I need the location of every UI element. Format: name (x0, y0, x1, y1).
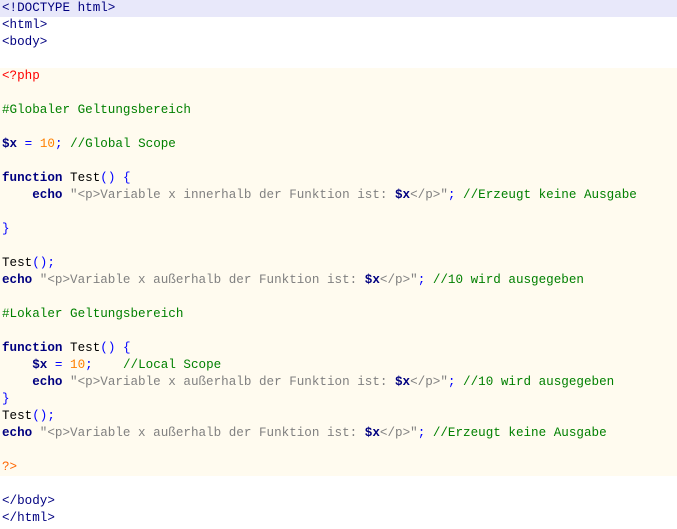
code-token-ident: Test (62, 341, 101, 355)
code-token-paren: (); (32, 256, 55, 270)
code-token-kw: echo (2, 426, 33, 440)
code-token-ident: Test (2, 256, 33, 270)
code-token-var: $x (2, 137, 18, 151)
code-line[interactable]: function Test() { (0, 170, 677, 187)
code-token-kw: echo (2, 375, 63, 389)
code-token-ident: Test (2, 409, 33, 423)
code-line[interactable] (0, 153, 677, 170)
code-token-comment: //Local Scope (122, 358, 222, 372)
code-line[interactable] (0, 204, 677, 221)
code-token-tag: <html> (2, 18, 48, 32)
code-line[interactable] (0, 442, 677, 459)
code-line[interactable]: $x = 10; //Global Scope (0, 136, 677, 153)
code-line[interactable] (0, 289, 677, 306)
code-line[interactable] (0, 323, 677, 340)
code-line[interactable]: </body> (0, 493, 677, 510)
code-token-var: $x (2, 358, 48, 372)
code-line[interactable]: function Test() { (0, 340, 677, 357)
code-token-str: "<p>Variable x außerhalb der Funktion is… (32, 426, 365, 440)
code-token-phpend: ?> (2, 460, 18, 474)
code-token-num: 10 (39, 137, 55, 151)
code-token-paren: () { (100, 341, 131, 355)
code-token-comment: //10 wird ausgegeben (432, 273, 584, 287)
code-token-op: ; (447, 188, 464, 202)
code-token-str: "<p>Variable x innerhalb der Funktion is… (62, 188, 395, 202)
code-line[interactable]: echo "<p>Variable x innerhalb der Funkti… (0, 187, 677, 204)
code-token-op: = (47, 358, 71, 372)
code-line[interactable]: ?> (0, 459, 677, 476)
code-token-comment: //Erzeugt keine Ausgabe (432, 426, 607, 440)
code-token-str: </p>" (379, 273, 418, 287)
code-token-paren: } (2, 392, 10, 406)
code-token-paren: (); (32, 409, 55, 423)
code-token-comment: #Globaler Geltungsbereich (2, 103, 191, 117)
code-line[interactable]: <body> (0, 34, 677, 51)
code-token-op: = (17, 137, 40, 151)
code-token-str: "<p>Variable x außerhalb der Funktion is… (62, 375, 395, 389)
code-token-comment: //Erzeugt keine Ausgabe (463, 188, 637, 202)
code-token-strvar: $x (364, 426, 380, 440)
code-line[interactable] (0, 119, 677, 136)
code-token-phptag: <?php (2, 69, 40, 83)
code-token-kw: function (2, 341, 63, 355)
code-token-str: </p>" (410, 375, 448, 389)
code-token-kw: function (2, 171, 63, 185)
code-token-comment: //Global Scope (70, 137, 176, 151)
code-token-str: </p>" (410, 188, 448, 202)
code-line[interactable]: <?php (0, 68, 677, 85)
code-token-ident: Test (62, 171, 101, 185)
code-line[interactable]: } (0, 391, 677, 408)
code-line[interactable] (0, 85, 677, 102)
code-line[interactable]: echo "<p>Variable x außerhalb der Funkti… (0, 374, 677, 391)
code-token-kw: echo (2, 188, 63, 202)
code-token-str: </p>" (379, 426, 418, 440)
code-token-op: ; (417, 273, 433, 287)
code-token-comment: //10 wird ausgegeben (463, 375, 615, 389)
code-line[interactable]: Test(); (0, 408, 677, 425)
code-token-tag: <body> (2, 35, 48, 49)
code-line[interactable]: } (0, 221, 677, 238)
code-line[interactable]: echo "<p>Variable x außerhalb der Funkti… (0, 425, 677, 442)
code-token-num: 10 (70, 358, 86, 372)
code-line[interactable]: $x = 10; //Local Scope (0, 357, 677, 374)
code-token-strvar: $x (364, 273, 380, 287)
code-token-paren: () { (100, 171, 131, 185)
code-line[interactable]: <html> (0, 17, 677, 34)
code-token-strvar: $x (395, 375, 411, 389)
code-line[interactable]: Test(); (0, 255, 677, 272)
code-line[interactable]: #Lokaler Geltungsbereich (0, 306, 677, 323)
code-line[interactable]: echo "<p>Variable x außerhalb der Funkti… (0, 272, 677, 289)
code-token-tag: </html> (2, 511, 55, 525)
code-token-tag: <!DOCTYPE html> (2, 1, 116, 15)
code-token-op: ; (447, 375, 464, 389)
code-token-strvar: $x (395, 188, 411, 202)
code-token-op: ; (417, 426, 433, 440)
code-line[interactable] (0, 476, 677, 493)
code-token-op: ; (85, 358, 123, 372)
code-token-paren: } (2, 222, 10, 236)
code-line[interactable] (0, 51, 677, 68)
code-token-op: ; (54, 137, 71, 151)
code-token-kw: echo (2, 273, 33, 287)
code-line[interactable] (0, 238, 677, 255)
code-editor[interactable]: <!DOCTYPE html> <html> <body> <?php #Globale… (0, 0, 677, 529)
code-token-tag: </body> (2, 494, 55, 508)
code-line[interactable]: <!DOCTYPE html> (0, 0, 677, 17)
code-token-comment: #Lokaler Geltungsbereich (2, 307, 184, 321)
code-line[interactable]: #Globaler Geltungsbereich (0, 102, 677, 119)
code-token-str: "<p>Variable x außerhalb der Funktion is… (32, 273, 365, 287)
code-line[interactable]: </html> (0, 510, 677, 527)
